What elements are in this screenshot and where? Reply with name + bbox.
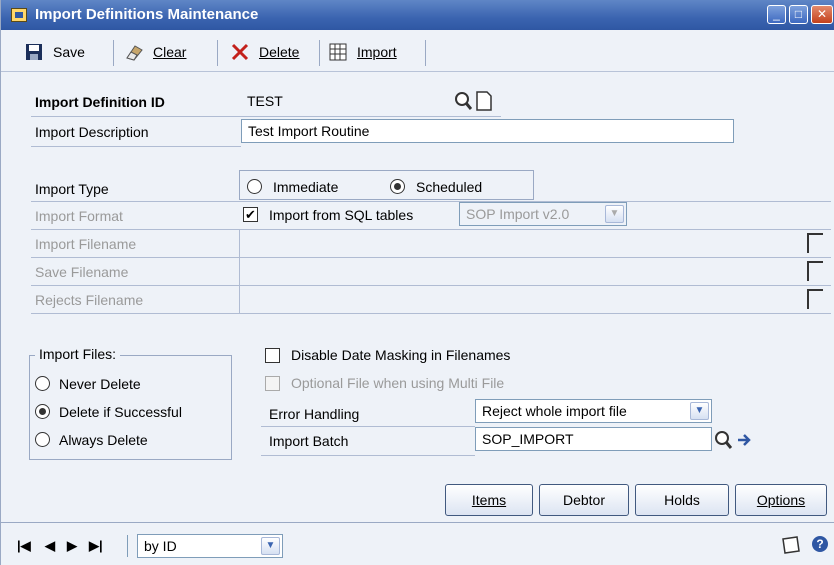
save-filename-label: Save Filename [35, 264, 129, 280]
eraser-icon [125, 43, 143, 61]
import-type-immediate-radio[interactable] [247, 179, 262, 194]
options-button[interactable]: Options [735, 484, 827, 516]
import-type-label: Import Type [35, 181, 109, 197]
toolbar-divider [113, 40, 114, 66]
import-format-value: SOP Import v2.0 [466, 206, 570, 222]
import-type-scheduled-label: Scheduled [416, 179, 483, 195]
status-bar: |◀ ◀ ▶ ▶| by ID ▼ ? [1, 522, 834, 565]
divider [31, 116, 501, 117]
help-icon[interactable]: ? [811, 535, 829, 553]
save-label: Save [53, 44, 85, 60]
window-app-icon [11, 8, 27, 22]
toolbar-divider [319, 40, 320, 66]
toolbar: Save Clear Delete Import [1, 30, 834, 72]
title-bar: Import Definitions Maintenance _ □ ✕ [1, 0, 834, 30]
lookup-icon[interactable] [454, 91, 473, 111]
batch-lookup-icon[interactable] [714, 430, 733, 450]
divider [31, 146, 241, 147]
sort-by-value: by ID [144, 538, 177, 554]
import-definition-id-field[interactable]: TEST [241, 90, 451, 114]
chevron-down-icon: ▼ [690, 402, 709, 420]
import-grid-icon [329, 43, 347, 61]
import-button[interactable]: Import [329, 40, 397, 64]
delete-if-successful-radio[interactable] [35, 404, 50, 419]
optional-file-label: Optional File when using Multi File [291, 375, 505, 391]
delete-x-icon [231, 43, 249, 61]
import-batch-field[interactable]: SOP_IMPORT [475, 427, 712, 451]
debtor-button[interactable]: Debtor [539, 484, 629, 516]
save-button[interactable]: Save [25, 40, 85, 64]
import-definitions-window: Import Definitions Maintenance _ □ ✕ Sav… [0, 0, 834, 565]
items-button[interactable]: Items [445, 484, 533, 516]
first-record-icon[interactable]: |◀ [17, 538, 31, 554]
import-label: Import [357, 44, 397, 60]
import-definition-id-label: Import Definition ID [35, 94, 165, 110]
delete-if-successful-label: Delete if Successful [59, 404, 182, 420]
rejects-filename-browse-icon[interactable] [807, 289, 823, 309]
clear-button[interactable]: Clear [125, 40, 186, 64]
import-type-scheduled-radio[interactable] [390, 179, 405, 194]
previous-record-icon[interactable]: ◀ [45, 538, 55, 554]
divider [261, 426, 475, 427]
holds-label: Holds [664, 492, 700, 508]
save-icon [25, 43, 43, 61]
last-record-icon[interactable]: ▶| [89, 538, 103, 554]
import-batch-label: Import Batch [269, 433, 349, 449]
error-handling-label: Error Handling [269, 406, 360, 422]
always-delete-radio[interactable] [35, 432, 50, 447]
import-description-field[interactable]: Test Import Routine [241, 119, 734, 143]
save-filename-browse-icon[interactable] [807, 261, 823, 281]
chevron-down-icon: ▼ [261, 537, 280, 555]
import-from-sql-checkbox[interactable]: ✔ [243, 207, 258, 222]
maximize-button[interactable]: □ [789, 5, 808, 24]
divider [239, 229, 240, 313]
toolbar-divider [425, 40, 426, 66]
error-handling-select[interactable]: Reject whole import file ▼ [475, 399, 712, 423]
import-format-label: Import Format [35, 208, 123, 224]
delete-label: Delete [259, 44, 300, 60]
optional-file-checkbox[interactable] [265, 376, 280, 391]
import-from-sql-label: Import from SQL tables [269, 207, 414, 223]
import-filename-browse-icon[interactable] [807, 233, 823, 253]
window-title: Import Definitions Maintenance [35, 6, 259, 23]
import-format-select[interactable]: SOP Import v2.0 ▼ [459, 202, 627, 226]
new-document-icon[interactable] [475, 91, 493, 111]
divider [127, 535, 128, 557]
toolbar-divider [217, 40, 218, 66]
error-handling-value: Reject whole import file [482, 403, 627, 419]
svg-text:?: ? [816, 537, 823, 551]
options-label: Options [756, 492, 806, 508]
import-files-legend: Import Files: [35, 346, 121, 362]
chevron-down-icon: ▼ [605, 205, 624, 223]
minimize-button[interactable]: _ [767, 5, 786, 24]
next-record-icon[interactable]: ▶ [67, 538, 77, 554]
holds-button[interactable]: Holds [635, 484, 729, 516]
go-arrow-icon[interactable] [736, 432, 752, 448]
disable-date-masking-checkbox[interactable] [265, 348, 280, 363]
clear-label: Clear [153, 44, 187, 60]
divider [31, 201, 831, 202]
always-delete-label: Always Delete [59, 432, 148, 448]
divider [31, 257, 831, 258]
never-delete-label: Never Delete [59, 376, 141, 392]
never-delete-radio[interactable] [35, 376, 50, 391]
rejects-filename-label: Rejects Filename [35, 292, 144, 308]
divider [31, 229, 831, 230]
items-label: Items [471, 492, 507, 508]
import-description-label: Import Description [35, 124, 149, 140]
divider [31, 313, 831, 314]
divider [31, 285, 831, 286]
divider [261, 455, 475, 456]
import-filename-label: Import Filename [35, 236, 137, 252]
import-type-immediate-label: Immediate [273, 179, 339, 195]
debtor-label: Debtor [562, 492, 606, 508]
close-button[interactable]: ✕ [811, 5, 833, 24]
delete-button[interactable]: Delete [231, 40, 299, 64]
disable-date-masking-label: Disable Date Masking in Filenames [291, 347, 511, 363]
sort-by-select[interactable]: by ID ▼ [137, 534, 283, 558]
note-icon[interactable] [780, 536, 802, 554]
